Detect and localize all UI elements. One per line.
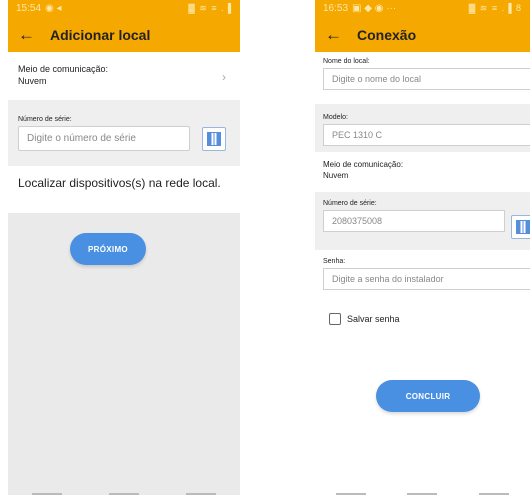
- communication-medium-row[interactable]: Meio de comunicação: Nuvem ›: [8, 52, 240, 100]
- status-time: 15:54: [16, 3, 42, 14]
- back-arrow-icon[interactable]: ←: [18, 25, 44, 45]
- password-label: Senha:: [323, 258, 346, 265]
- phone-connection: 16:53 ▣ ◆ ◉ ··· ▓ ≋ ≡ .▐ 8 ← Conexão Nom…: [315, 0, 530, 495]
- qr-code-icon[interactable]: [511, 215, 530, 239]
- status-notification-icons: ▣ ◆ ◉ ···: [352, 3, 397, 14]
- nav-bar: [8, 489, 240, 495]
- communication-medium-value: Nuvem: [18, 76, 47, 86]
- model-field: PEC 1310 C: [323, 124, 530, 146]
- save-password-label: Salvar senha: [347, 314, 400, 324]
- save-password-row[interactable]: Salvar senha: [315, 304, 530, 334]
- location-name-label: Nome do local:: [323, 58, 370, 65]
- status-bar: 15:54 ◉ ◂ ▓ ≋ ≡ .▐: [8, 0, 240, 17]
- password-input[interactable]: Digite a senha do instalador: [323, 268, 530, 290]
- model-label: Modelo:: [323, 114, 348, 121]
- serial-number-section: Número de série: Digite o número de séri…: [8, 100, 240, 166]
- location-name-section: Nome do local: Digite o nome do local: [315, 52, 530, 104]
- communication-medium-label: Meio de comunicação:: [323, 160, 404, 169]
- local-search-link[interactable]: Localizar dispositivos(s) na rede local.: [8, 166, 240, 206]
- content-area: PRÓXIMO: [8, 213, 240, 495]
- serial-number-input[interactable]: Digite o número de série: [18, 126, 190, 151]
- status-system-icons: ▓ ≋ ≡ .▐ 8: [468, 3, 522, 13]
- finish-button[interactable]: CONCLUIR: [376, 380, 480, 412]
- qr-code-icon[interactable]: [202, 127, 226, 151]
- location-name-input[interactable]: Digite o nome do local: [323, 68, 530, 90]
- status-bar: 16:53 ▣ ◆ ◉ ··· ▓ ≋ ≡ .▐ 8: [315, 0, 530, 17]
- app-bar: ← Conexão: [315, 17, 530, 52]
- communication-medium-row[interactable]: Meio de comunicação: Nuvem: [315, 152, 530, 192]
- serial-number-label: Número de série:: [323, 200, 377, 207]
- content-area: CONCLUIR: [315, 370, 530, 495]
- phone-add-location: 15:54 ◉ ◂ ▓ ≋ ≡ .▐ ← Adicionar local Mei…: [8, 0, 240, 495]
- nav-bar: [315, 489, 530, 495]
- status-system-icons: ▓ ≋ ≡ .▐: [188, 3, 232, 13]
- app-bar: ← Adicionar local: [8, 17, 240, 52]
- password-section: Senha: Digite a senha do instalador: [315, 250, 530, 304]
- chevron-right-icon: ›: [222, 70, 226, 84]
- status-notification-icons: ◉ ◂: [45, 3, 62, 14]
- serial-number-section: Número de série: 2080375008: [315, 192, 530, 250]
- page-title: Adicionar local: [50, 26, 151, 43]
- communication-medium-label: Meio de comunicação:: [18, 64, 109, 74]
- communication-medium-value: Nuvem: [323, 171, 349, 180]
- save-password-checkbox[interactable]: [329, 313, 341, 325]
- serial-number-label: Número de série:: [18, 116, 72, 123]
- serial-number-input[interactable]: 2080375008: [323, 210, 505, 232]
- back-arrow-icon[interactable]: ←: [325, 25, 351, 45]
- status-time: 16:53: [323, 3, 349, 14]
- model-section: Modelo: PEC 1310 C: [315, 104, 530, 152]
- next-button[interactable]: PRÓXIMO: [70, 233, 146, 265]
- page-title: Conexão: [357, 26, 417, 43]
